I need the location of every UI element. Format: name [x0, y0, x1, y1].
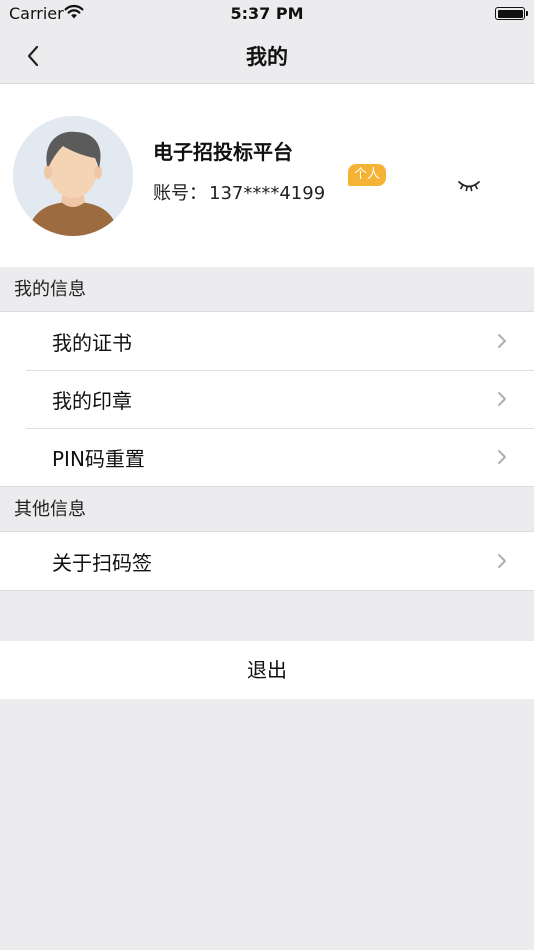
chevron-right-icon	[498, 554, 506, 568]
section-header-other-info: 其他信息	[0, 487, 534, 532]
org-name: 电子招投标平台	[153, 140, 293, 164]
list-item-label: 我的证书	[52, 330, 132, 355]
profile-card: 电子招投标平台 账号： 137****4199 个人	[0, 84, 534, 267]
navigation-bar: 我的	[0, 28, 534, 84]
page-title: 我的	[246, 45, 288, 69]
section-header-my-info: 我的信息	[0, 267, 534, 312]
toggle-account-visibility-button[interactable]	[454, 176, 484, 196]
chevron-right-icon	[498, 392, 506, 406]
list-item-pin-reset[interactable]: PIN码重置	[0, 428, 534, 486]
account-type-badge: 个人	[348, 164, 387, 186]
status-time: 5:37 PM	[230, 4, 304, 23]
chevron-right-icon	[498, 450, 506, 464]
logout-button[interactable]: 退出	[0, 641, 534, 699]
battery-icon	[495, 7, 528, 20]
eye-closed-icon	[458, 181, 480, 192]
list-item-label: 关于扫码签	[52, 550, 152, 575]
my-info-list: 我的证书 我的印章 PIN码重置	[0, 312, 534, 487]
status-bar: Carrier 5:37 PM	[0, 0, 534, 28]
account-row: 账号： 137****4199	[153, 179, 325, 205]
avatar	[13, 116, 133, 236]
list-item-seals[interactable]: 我的印章	[0, 370, 534, 428]
list-item-label: PIN码重置	[52, 446, 145, 471]
account-value: 137****4199	[209, 183, 326, 204]
list-item-certificates[interactable]: 我的证书	[0, 312, 534, 370]
other-info-list: 关于扫码签	[0, 532, 534, 591]
list-item-about[interactable]: 关于扫码签	[0, 532, 534, 590]
chevron-right-icon	[498, 334, 506, 348]
list-item-label: 我的印章	[52, 388, 132, 413]
account-label: 账号：	[153, 183, 207, 204]
